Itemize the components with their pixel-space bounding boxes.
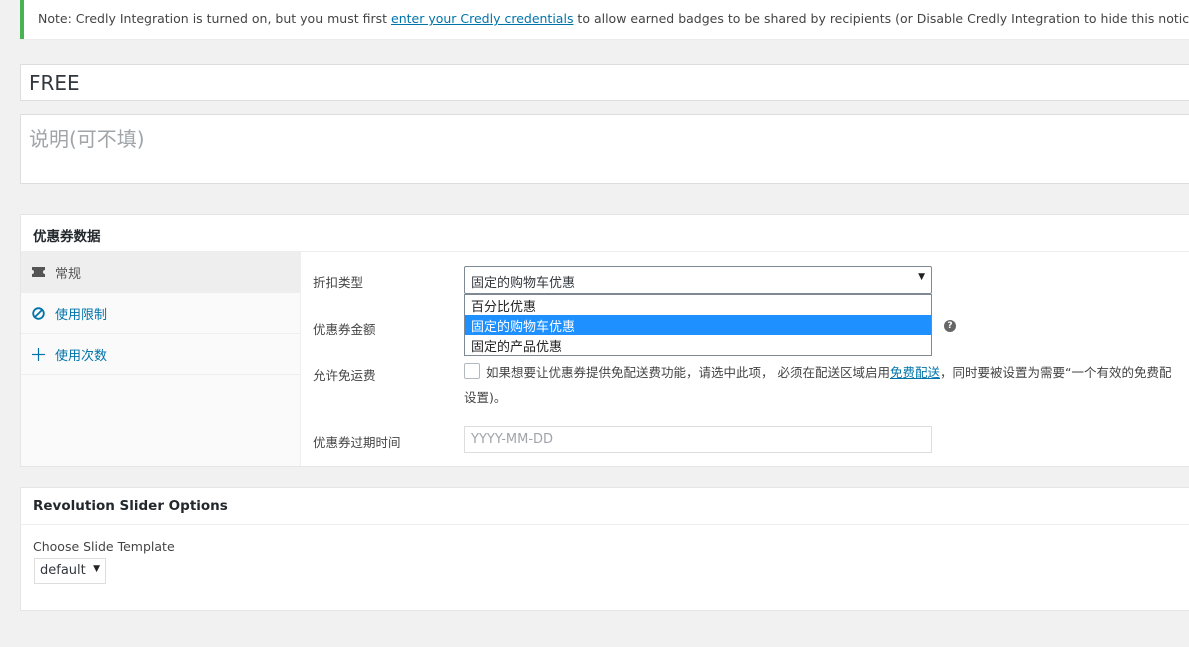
discount-type-label: 折扣类型 — [313, 275, 364, 290]
coupon-code-input[interactable]: FREE — [20, 64, 1189, 101]
coupon-amount-label: 优惠券金额 — [313, 322, 376, 337]
ticket-icon — [31, 267, 45, 277]
expiry-date-label: 优惠券过期时间 — [313, 435, 401, 450]
revslider-header: Revolution Slider Options — [21, 488, 1189, 525]
plus-cross-icon — [31, 347, 45, 361]
chevron-down-icon: ▼ — [918, 272, 925, 282]
free-shipping-checkbox[interactable] — [464, 363, 480, 379]
coupon-data-header: 优惠券数据 — [21, 215, 1189, 252]
discount-type-dropdown: 百分比优惠 固定的购物车优惠 固定的产品优惠 — [464, 294, 932, 356]
discount-option[interactable]: 固定的产品优惠 — [465, 335, 931, 355]
credly-notice: Note: Credly Integration is turned on, b… — [20, 0, 1189, 39]
free-shipping-desc-after: ，同时要被设置为需要“一个有效的免费配 — [940, 365, 1172, 380]
revslider-options-box: Revolution Slider Options Choose Slide T… — [20, 487, 1189, 611]
coupon-description-input[interactable]: 说明(可不填) — [20, 114, 1189, 184]
tab-usage-limits[interactable]: 使用次数 — [21, 334, 300, 375]
help-icon[interactable]: ? — [944, 320, 956, 332]
general-panel: 折扣类型 固定的购物车优惠 ▼ 百分比优惠 固定的购物车优惠 固定的产品优惠 优… — [302, 252, 1189, 466]
credly-credentials-link[interactable]: enter your Credly credentials — [391, 11, 573, 26]
free-shipping-link[interactable]: 免费配送 — [890, 365, 940, 380]
discount-option-selected[interactable]: 固定的购物车优惠 — [465, 315, 931, 335]
tab-usage-restriction[interactable]: 使用限制 — [21, 293, 300, 334]
free-shipping-label: 允许免运费 — [313, 368, 376, 383]
chevron-down-icon: ▼ — [93, 564, 100, 574]
slide-template-select[interactable]: default ▼ — [34, 558, 106, 584]
slide-template-value: default — [40, 563, 86, 578]
coupon-tabs: 常规 使用限制 使用次数 — [21, 252, 301, 466]
tab-general[interactable]: 常规 — [21, 252, 300, 293]
discount-type-value: 固定的购物车优惠 — [471, 276, 576, 291]
block-icon — [31, 306, 45, 320]
discount-type-select[interactable]: 固定的购物车优惠 ▼ — [464, 266, 932, 294]
slide-template-label: Choose Slide Template — [33, 539, 175, 554]
free-shipping-desc-before: 如果想要让优惠券提供免配送费功能，请选中此项， 必须在配送区域启用 — [486, 365, 890, 380]
tab-usage-restriction-label: 使用限制 — [55, 307, 108, 323]
free-shipping-description: 如果想要让优惠券提供免配送费功能，请选中此项， 必须在配送区域启用免费配送，同时… — [486, 362, 1171, 381]
expiry-date-input[interactable]: YYYY-MM-DD — [464, 426, 932, 453]
coupon-data-box: 优惠券数据 常规 使用限制 使用次数 折扣类型 固定的购物车优惠 ▼ 百分比优惠… — [20, 214, 1189, 467]
discount-option[interactable]: 百分比优惠 — [465, 295, 931, 315]
free-shipping-description-line2: 设置)。 — [464, 390, 507, 405]
tab-usage-limits-label: 使用次数 — [55, 348, 108, 364]
notice-suffix: to allow earned badges to be shared by r… — [573, 11, 1189, 26]
tab-general-label: 常规 — [55, 266, 82, 282]
notice-prefix: Note: Credly Integration is turned on, b… — [38, 11, 391, 26]
